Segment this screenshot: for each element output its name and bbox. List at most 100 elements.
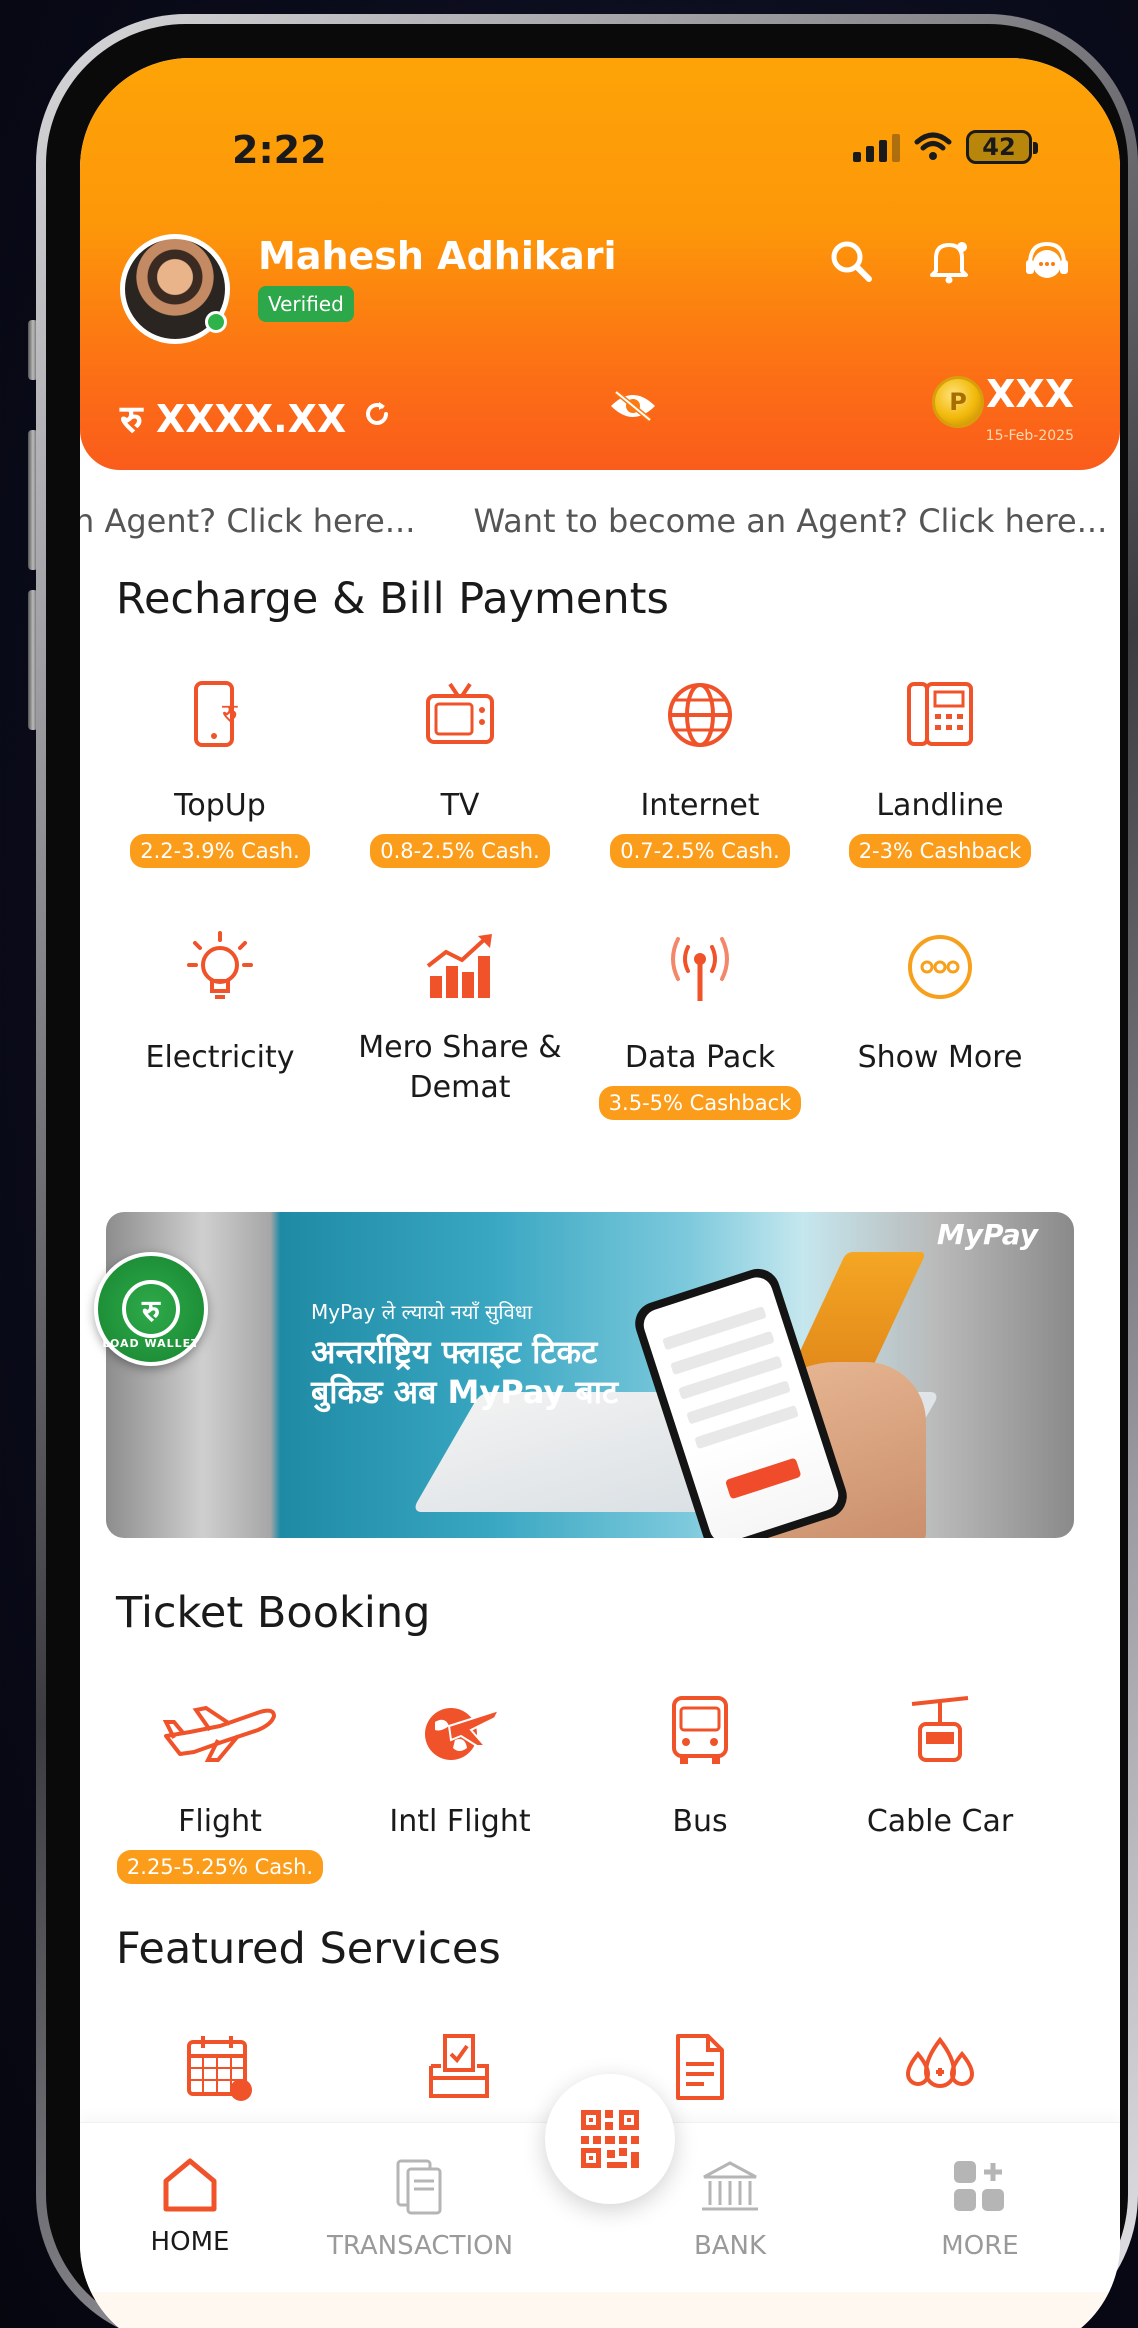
cashback-badge: 0.7-2.5% Cash.	[610, 834, 790, 868]
avatar[interactable]	[120, 234, 230, 344]
transaction-icon	[396, 2159, 442, 2215]
service-label: Mero Share & Demat	[358, 1030, 562, 1105]
service-label: Show More	[857, 1040, 1023, 1075]
service-intl-flight[interactable]: Intl Flight	[340, 1688, 580, 1884]
cashback-badge: 2.2-3.9% Cash.	[130, 834, 310, 868]
agent-ticker[interactable]: n Agent? Click here... Want to become an…	[80, 502, 1120, 540]
scan-qr-button[interactable]	[545, 2074, 675, 2204]
banner-headline-2: बुकिङ अब MyPay बाट	[311, 1373, 619, 1411]
balance-amount: रु XXXX.XX	[120, 397, 347, 441]
landline-phone-icon	[905, 672, 975, 758]
ballot-box-icon	[425, 2024, 495, 2110]
reward-coin-icon[interactable]: P	[932, 376, 984, 428]
tv-icon	[424, 672, 496, 758]
mobile-topup-icon: रु	[190, 672, 250, 758]
nav-home-label: HOME	[150, 2227, 230, 2257]
service-label: Landline	[876, 788, 1004, 823]
featured-calendar[interactable]	[100, 2024, 340, 2110]
banner-headline-1: अन्तर्राष्ट्रिय फ्लाइट टिकट	[311, 1333, 598, 1371]
nav-more-label: MORE	[941, 2231, 1019, 2261]
more-dots-icon	[905, 924, 975, 1010]
service-label: Electricity	[145, 1040, 295, 1075]
service-label: Intl Flight	[389, 1804, 531, 1839]
ticket-booking-grid: Flight 2.25-5.25% Cash. Intl Flight Bus	[100, 1688, 1060, 1884]
svg-text:रु: रु	[222, 699, 238, 729]
document-icon	[670, 2024, 730, 2110]
wallet-balance: रु XXXX.XX	[120, 392, 392, 444]
ticker-item[interactable]: n Agent? Click here...	[80, 502, 415, 540]
service-label: Internet	[640, 788, 760, 823]
service-tv[interactable]: TV 0.8-2.5% Cash.	[340, 672, 580, 868]
bar-chart-icon	[424, 924, 496, 1010]
service-cable-car[interactable]: Cable Car	[820, 1688, 1060, 1884]
support-headset-icon[interactable]	[1020, 234, 1074, 288]
status-time: 2:22	[232, 128, 327, 172]
intl-flight-icon	[415, 1688, 505, 1774]
more-grid-icon	[954, 2161, 1004, 2211]
service-landline[interactable]: Landline 2-3% Cashback	[820, 672, 1060, 868]
service-flight[interactable]: Flight 2.25-5.25% Cash.	[100, 1688, 340, 1884]
service-internet[interactable]: Internet 0.7-2.5% Cash.	[580, 672, 820, 868]
service-mero-share[interactable]: Mero Share & Demat	[340, 924, 580, 1120]
globe-icon	[665, 672, 735, 758]
cable-car-icon	[908, 1688, 972, 1774]
cashback-badge: 2-3% Cashback	[848, 834, 1032, 868]
bank-icon	[702, 2161, 758, 2211]
home-indicator-area	[80, 2292, 1120, 2328]
load-wallet-button[interactable]: रु LOAD WALLET	[94, 1252, 208, 1366]
featured-services-title: Featured Services	[116, 1924, 501, 1974]
calendar-icon	[185, 2024, 255, 2110]
recharge-section-title: Recharge & Bill Payments	[116, 574, 669, 624]
airplane-icon	[160, 1688, 280, 1774]
nav-transaction[interactable]: TRANSACTION	[310, 2157, 530, 2261]
verified-badge: Verified	[258, 286, 354, 322]
cashback-badge: 0.8-2.5% Cash.	[370, 834, 550, 868]
nav-more[interactable]: MORE	[870, 2157, 1090, 2261]
recharge-grid-row-1: रु TopUp 2.2-3.9% Cash. TV 0.8-2.5% Cash…	[100, 672, 1060, 868]
reward-points-date: 15-Feb-2025	[985, 428, 1074, 444]
nav-transaction-label: TRANSACTION	[326, 2231, 514, 2261]
service-topup[interactable]: रु TopUp 2.2-3.9% Cash.	[100, 672, 340, 868]
status-icons: 42	[853, 130, 1038, 164]
battery-icon: 42	[966, 130, 1038, 164]
header: 2:22 42 Mahesh Adhikari Verified रु XXXX…	[80, 58, 1120, 470]
service-label: Data Pack	[624, 1040, 776, 1075]
signal-icon	[853, 132, 900, 162]
service-label: TV	[440, 788, 480, 823]
featured-blood-donation[interactable]	[820, 2024, 1060, 2110]
blood-donation-icon	[902, 2024, 978, 2110]
promo-banner[interactable]: MyPay ले ल्यायो नयाँ सुविधा अन्तर्राष्ट्…	[106, 1212, 1074, 1538]
phone-frame: 2:22 42 Mahesh Adhikari Verified रु XXXX…	[36, 14, 1138, 2328]
nav-bank-label: BANK	[693, 2231, 767, 2261]
service-electricity[interactable]: Electricity	[100, 924, 340, 1120]
reward-points: XXX	[986, 372, 1074, 416]
online-dot	[205, 311, 227, 333]
wifi-icon	[914, 132, 952, 160]
notification-bell-icon[interactable]	[922, 234, 976, 288]
bus-icon	[668, 1688, 732, 1774]
refresh-icon[interactable]	[362, 399, 392, 437]
cashback-badge: 2.25-5.25% Cash.	[116, 1850, 324, 1884]
hide-balance-eye-icon[interactable]	[608, 388, 658, 428]
service-show-more[interactable]: Show More	[820, 924, 1060, 1120]
cashback-badge: 3.5-5% Cashback	[598, 1086, 802, 1120]
bulb-icon	[185, 924, 255, 1010]
service-label: Cable Car	[866, 1804, 1014, 1839]
home-icon	[163, 2158, 217, 2212]
ticker-item[interactable]: Want to become an Agent? Click here...	[474, 502, 1108, 540]
antenna-icon	[662, 924, 738, 1010]
ticket-booking-title: Ticket Booking	[116, 1588, 431, 1638]
user-name: Mahesh Adhikari	[258, 234, 617, 278]
app-screen: 2:22 42 Mahesh Adhikari Verified रु XXXX…	[80, 58, 1120, 2328]
nav-home[interactable]: HOME	[80, 2157, 300, 2257]
service-bus[interactable]: Bus	[580, 1688, 820, 1884]
service-label: Bus	[672, 1804, 728, 1839]
qr-code-icon	[581, 2110, 639, 2168]
recharge-grid-row-2: Electricity Mero Share & Demat Data Pack…	[100, 924, 1060, 1120]
search-icon[interactable]	[824, 234, 878, 288]
featured-ballot[interactable]	[340, 2024, 580, 2110]
banner-subtitle: MyPay ले ल्यायो नयाँ सुविधा	[311, 1300, 533, 1324]
load-wallet-icon: रु	[122, 1280, 180, 1338]
service-label: TopUp	[174, 788, 266, 823]
service-data-pack[interactable]: Data Pack 3.5-5% Cashback	[580, 924, 820, 1120]
